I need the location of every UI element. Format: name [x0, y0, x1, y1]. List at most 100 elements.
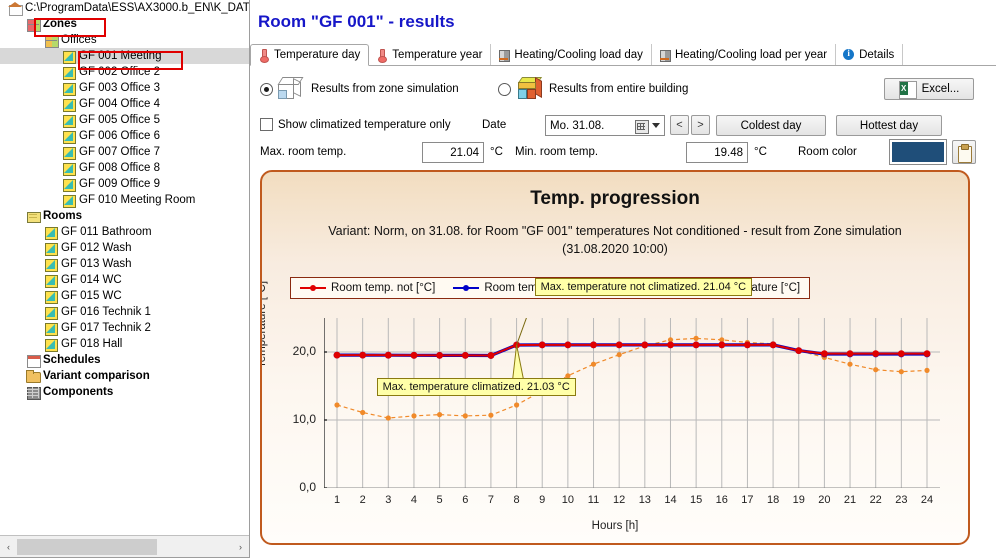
tree-item[interactable]: Variant comparison — [0, 368, 249, 384]
max-room-temp-value[interactable]: 21.04 — [422, 142, 484, 163]
tree-item[interactable]: GF 005 Office 5 — [0, 112, 249, 128]
tree-item-label: GF 004 Office 4 — [79, 98, 160, 110]
source-zone-simulation-radio[interactable]: Results from zone simulation — [260, 76, 459, 102]
tab-temperature-year[interactable]: Temperature year — [369, 44, 492, 65]
y-axis-label: Temperature [°C] — [260, 280, 268, 368]
tree-item[interactable]: GF 011 Bathroom — [0, 224, 249, 240]
results-tabstrip[interactable]: Temperature day Temperature year Heating/C… — [250, 44, 996, 66]
chart-svg — [324, 318, 940, 488]
x-axis-tick-label: 11 — [587, 494, 600, 506]
tree-item[interactable]: C:\ProgramData\ESS\AX3000.b_EN\K_DAT — [0, 0, 249, 16]
tree-item[interactable]: GF 009 Office 9 — [0, 176, 249, 192]
min-room-temp-unit: °C — [754, 146, 767, 158]
room-icon — [62, 145, 76, 160]
previous-day-button[interactable]: < — [670, 115, 689, 135]
clipboard-icon — [957, 143, 972, 163]
scrollbar-thumb[interactable] — [17, 538, 157, 555]
radio-indicator-building[interactable] — [498, 82, 511, 96]
x-axis-tick-label: 24 — [920, 494, 934, 506]
room-icon — [62, 81, 76, 96]
chart-title: Temp. progression — [530, 188, 700, 209]
project-tree[interactable]: C:\ProgramData\ESS\AX3000.b_EN\K_DAT Zone… — [0, 0, 249, 535]
tree-item[interactable]: Components — [0, 384, 249, 400]
room-icon — [62, 193, 76, 208]
source-entire-building-radio[interactable]: Results from entire building — [498, 76, 688, 102]
tree-item[interactable]: GF 001 Meeting — [0, 48, 249, 64]
tree-item[interactable]: GF 014 WC — [0, 272, 249, 288]
tree-item[interactable]: GF 006 Office 6 — [0, 128, 249, 144]
tree-item[interactable]: GF 002 Office 2 — [0, 64, 249, 80]
tree-item-label: Components — [43, 386, 114, 398]
x-axis-tick-label: 3 — [385, 494, 392, 506]
chart-subtitle-line2: (31.08.2020 10:00) — [562, 242, 668, 256]
tab-heating-cooling-load-per-year[interactable]: Heating/Cooling load per year — [651, 44, 837, 65]
tree-item-label: GF 012 Wash — [61, 242, 132, 254]
tree-item[interactable]: GF 013 Wash — [0, 256, 249, 272]
tree-item[interactable]: GF 018 Hall — [0, 336, 249, 352]
thermometer-icon — [257, 48, 270, 63]
next-day-button[interactable]: > — [691, 115, 710, 135]
room-icon — [62, 129, 76, 144]
calendar-icon[interactable] — [634, 119, 649, 134]
tree-item[interactable]: GF 003 Office 3 — [0, 80, 249, 96]
checkbox-indicator[interactable] — [260, 118, 273, 131]
date-label: Date — [482, 119, 507, 131]
tree-item[interactable]: GF 015 WC — [0, 288, 249, 304]
coldest-day-button[interactable]: Coldest day — [716, 115, 826, 136]
x-axis-tick-label: 20 — [818, 494, 831, 506]
min-room-temp-number: 19.48 — [714, 146, 743, 159]
sidebar-horizontal-scrollbar[interactable]: ‹ › — [0, 535, 249, 557]
tree-item[interactable]: GF 012 Wash — [0, 240, 249, 256]
tree-item[interactable]: Schedules — [0, 352, 249, 368]
scroll-right-arrow-icon[interactable]: › — [232, 536, 249, 557]
tree-item[interactable]: GF 010 Meeting Room — [0, 192, 249, 208]
chevron-down-icon[interactable] — [652, 123, 660, 128]
room-color-swatch[interactable] — [889, 139, 947, 165]
tree-item-label: GF 013 Wash — [61, 258, 132, 270]
scroll-left-arrow-icon[interactable]: ‹ — [0, 536, 17, 557]
tree-item-label: GF 002 Office 2 — [79, 66, 160, 78]
tab-details[interactable]: Details — [836, 44, 904, 65]
page-title: Room "GF 001" - results — [258, 12, 455, 31]
climatized-only-label: Show climatized temperature only — [278, 118, 451, 131]
scrollbar-track[interactable] — [17, 536, 232, 557]
wireframe-cube-icon — [277, 76, 307, 102]
tree-item-label: GF 017 Technik 2 — [61, 322, 151, 334]
tree-item[interactable]: Offices — [0, 32, 249, 48]
x-axis-tick-label: 8 — [513, 494, 520, 506]
x-axis-tick-label: 19 — [792, 494, 805, 506]
x-axis-tick-label: 6 — [462, 494, 469, 506]
tree-item-label: Zones — [43, 18, 77, 30]
calendar-icon — [26, 353, 41, 368]
tab-label: Temperature day — [274, 49, 361, 61]
legend-label: Room temp. not [°C] — [331, 282, 436, 294]
copy-color-button[interactable] — [952, 140, 976, 164]
x-axis-label: Hours [h] — [591, 520, 639, 532]
excel-export-button[interactable]: Excel... — [884, 78, 974, 100]
tree-item-label: Rooms — [43, 210, 82, 222]
x-axis-tick-label: 17 — [741, 494, 754, 506]
tree-item-label: GF 016 Technik 1 — [61, 306, 151, 318]
tree-item[interactable]: GF 017 Technik 2 — [0, 320, 249, 336]
tab-heating-cooling-load-day[interactable]: Heating/Cooling load day — [491, 44, 652, 65]
radio-indicator-zone[interactable] — [260, 82, 273, 96]
tree-item[interactable]: GF 008 Office 8 — [0, 160, 249, 176]
legend-marker-icon — [300, 283, 326, 293]
brick-icon — [26, 385, 41, 400]
hottest-day-button[interactable]: Hottest day — [836, 115, 942, 136]
climatized-only-checkbox[interactable]: Show climatized temperature only — [260, 118, 451, 131]
tree-item[interactable]: Zones — [0, 16, 249, 32]
min-room-temp-value[interactable]: 19.48 — [686, 142, 748, 163]
x-axis-tick-label: 4 — [410, 494, 418, 506]
tree-item[interactable]: Rooms — [0, 208, 249, 224]
room-icon — [44, 241, 58, 256]
tab-label: Temperature year — [392, 48, 483, 61]
tab-temperature-day[interactable]: Temperature day — [250, 44, 370, 66]
room-icon — [62, 97, 76, 112]
annotation-max-not-climatized: Max. temperature not climatized. 21.04 °… — [534, 278, 753, 296]
tree-item-label: GF 015 WC — [61, 290, 122, 302]
tree-item[interactable]: GF 007 Office 7 — [0, 144, 249, 160]
tree-item[interactable]: GF 016 Technik 1 — [0, 304, 249, 320]
tree-item[interactable]: GF 004 Office 4 — [0, 96, 249, 112]
date-input[interactable]: Mo. 31.08. — [545, 115, 665, 136]
